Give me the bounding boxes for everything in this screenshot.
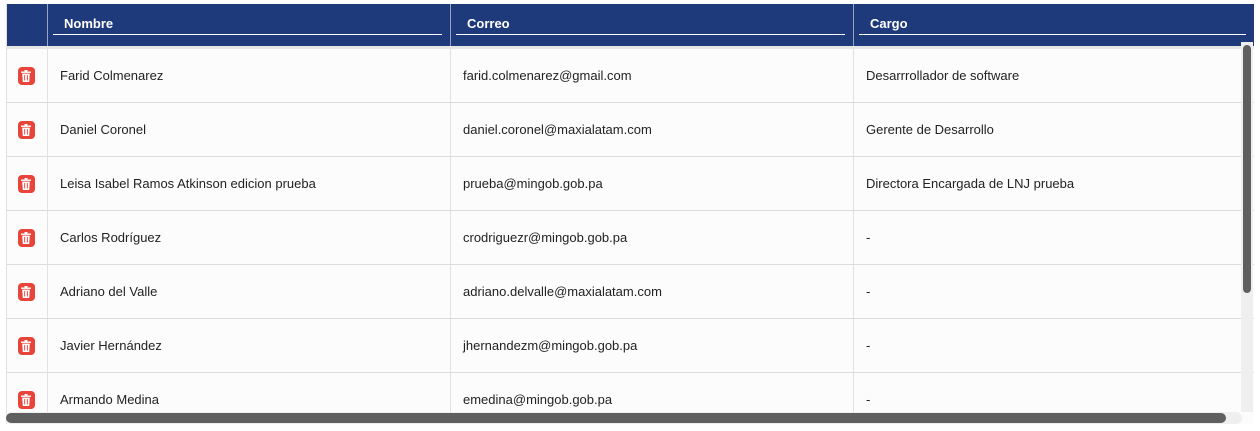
delete-button[interactable] [17, 390, 35, 409]
cell-cargo: - [866, 338, 871, 353]
users-table: Nombre Correo Cargo Farid Colmenarez far… [6, 4, 1254, 424]
table-body: Farid Colmenarez farid.colmenarez@gmail.… [7, 46, 1254, 424]
trash-icon [21, 123, 31, 136]
cell-cargo: Gerente de Desarrollo [866, 122, 994, 137]
header-correo[interactable]: Correo [451, 4, 854, 46]
cell-correo: farid.colmenarez@gmail.com [451, 49, 854, 102]
horizontal-scrollbar[interactable] [6, 412, 1242, 424]
trash-icon [21, 177, 31, 190]
cell-nombre: Javier Hernández [48, 319, 451, 372]
cell-cargo: Directora Encargada de LNJ prueba [866, 176, 1075, 191]
vertical-scroll-thumb[interactable] [1243, 45, 1251, 293]
table-row: Leisa Isabel Ramos Atkinson edicion prue… [7, 157, 1254, 211]
cell-nombre: Leisa Isabel Ramos Atkinson edicion prue… [48, 157, 451, 210]
cell-nombre: Adriano del Valle [48, 265, 451, 318]
header-correo-label: Correo [467, 16, 510, 31]
actions-cell [7, 49, 48, 102]
table-row: Farid Colmenarez farid.colmenarez@gmail.… [7, 46, 1254, 103]
header-underline [53, 34, 442, 35]
delete-button[interactable] [17, 336, 35, 355]
trash-icon [21, 231, 31, 244]
trash-icon [21, 69, 31, 82]
cell-cargo: - [866, 284, 871, 299]
actions-cell [7, 103, 48, 156]
cell-cargo: Desarrrollador de software [866, 68, 1020, 83]
header-actions [7, 4, 48, 46]
delete-button[interactable] [17, 66, 35, 85]
delete-button[interactable] [17, 228, 35, 247]
cell-nombre: Carlos Rodríguez [48, 211, 451, 264]
actions-cell [7, 211, 48, 264]
cell-cargo: - [866, 230, 871, 245]
cell-correo: jhernandezm@mingob.gob.pa [451, 319, 854, 372]
table-row: Adriano del Valle adriano.delvalle@maxia… [7, 265, 1254, 319]
header-nombre-label: Nombre [64, 16, 114, 31]
trash-icon [21, 393, 31, 406]
delete-button[interactable] [17, 282, 35, 301]
cell-correo: daniel.coronel@maxialatam.com [451, 103, 854, 156]
actions-cell [7, 157, 48, 210]
header-cargo[interactable]: Cargo [854, 4, 1254, 46]
table-header: Nombre Correo Cargo [7, 4, 1254, 46]
cell-correo: adriano.delvalle@maxialatam.com [451, 265, 854, 318]
actions-cell [7, 319, 48, 372]
cell-nombre: Farid Colmenarez [48, 49, 451, 102]
actions-cell [7, 265, 48, 318]
table-row: Javier Hernández jhernandezm@mingob.gob.… [7, 319, 1254, 373]
table-row: Daniel Coronel daniel.coronel@maxialatam… [7, 103, 1254, 157]
trash-icon [21, 285, 31, 298]
delete-button[interactable] [17, 120, 35, 139]
header-nombre[interactable]: Nombre [48, 4, 451, 46]
vertical-scrollbar[interactable] [1241, 42, 1253, 412]
table-row: Carlos Rodríguez crodriguezr@mingob.gob.… [7, 211, 1254, 265]
horizontal-scroll-thumb[interactable] [6, 413, 1226, 423]
header-underline [456, 34, 845, 35]
delete-button[interactable] [17, 174, 35, 193]
header-cargo-label: Cargo [870, 16, 908, 31]
trash-icon [21, 339, 31, 352]
cell-nombre: Daniel Coronel [48, 103, 451, 156]
cell-correo: prueba@mingob.gob.pa [451, 157, 854, 210]
cell-correo: crodriguezr@mingob.gob.pa [451, 211, 854, 264]
header-underline [859, 34, 1246, 35]
